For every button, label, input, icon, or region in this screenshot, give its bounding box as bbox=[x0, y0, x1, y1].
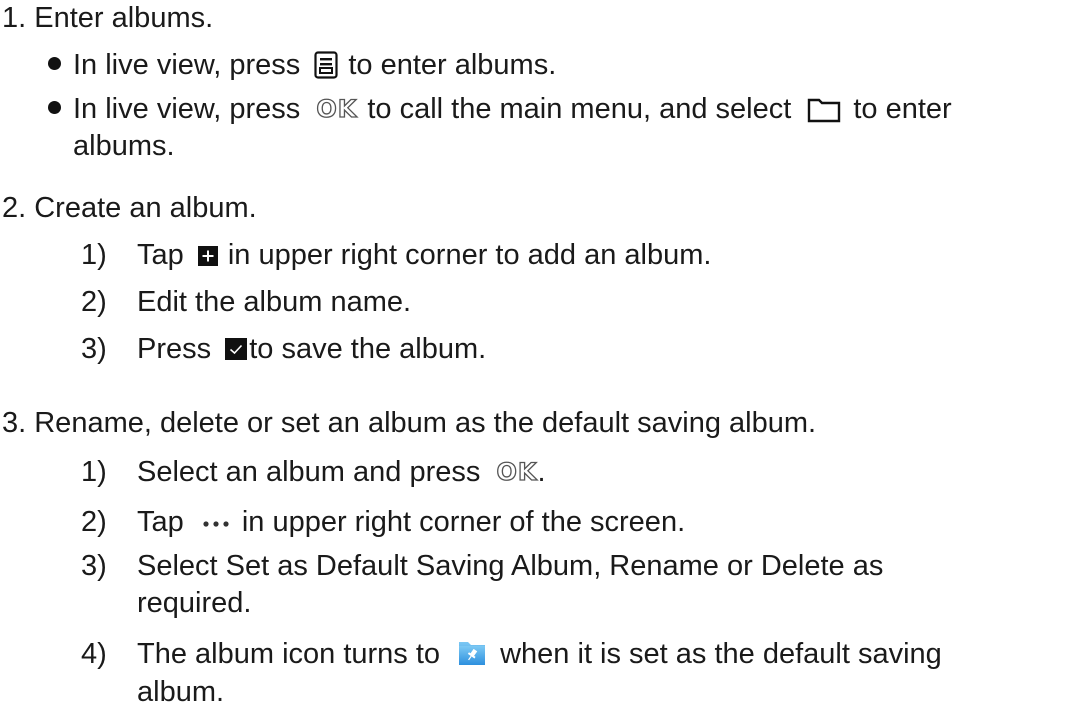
item-number: 2) bbox=[81, 286, 107, 318]
step-3-item-1: 1) Select an album and press OK. bbox=[81, 454, 546, 490]
step-3-item-3-cont: required. bbox=[137, 587, 252, 619]
step-3-item-2-pre: Tap bbox=[137, 506, 184, 538]
step-3-item-3-text: Select Set as Default Saving Album, Rena… bbox=[137, 550, 884, 582]
pinned-album-icon bbox=[458, 639, 486, 675]
item-number: 1) bbox=[81, 239, 107, 271]
step-1-bullet-2-pre: In live view, press bbox=[73, 93, 301, 125]
step-3-item-3-continuation: required. bbox=[137, 585, 251, 621]
step-3-item-4-continuation: album. bbox=[137, 674, 224, 710]
step-1-bullet-2-continuation: albums. bbox=[73, 128, 175, 164]
step-3-item-4-cont: album. bbox=[137, 676, 225, 708]
step-1-bullet-1-pre: In live view, press bbox=[73, 49, 301, 81]
step-2-item-1-post: in upper right corner to add an album. bbox=[227, 239, 712, 271]
step-2-item-3: 3) Press to save the album. bbox=[81, 331, 486, 369]
step-3-item-3: 3) Select Set as Default Saving Album, Re… bbox=[81, 548, 883, 584]
step-2-item-1: 1) Tap in upper right corner to add an al… bbox=[81, 237, 711, 275]
step-3-item-1-post: . bbox=[537, 456, 546, 488]
ok-button-icon: OK bbox=[496, 457, 538, 486]
step-1-bullet-2: In live view, press OK to call the main m… bbox=[48, 91, 952, 132]
step-1-title: 1. Enter albums. bbox=[2, 2, 214, 34]
album-list-icon bbox=[314, 51, 338, 88]
item-number: 4) bbox=[81, 638, 107, 670]
step-1-bullet-1-post: to enter albums. bbox=[348, 49, 557, 81]
step-3-heading: 3. Rename, delete or set an album as the… bbox=[2, 405, 816, 441]
step-2-item-3-post: to save the album. bbox=[249, 333, 487, 365]
more-dots-icon bbox=[202, 501, 230, 537]
step-2-heading: 2. Create an album. bbox=[2, 190, 257, 226]
item-number: 3) bbox=[81, 333, 107, 365]
step-2-item-3-pre: Press bbox=[137, 333, 212, 365]
step-3-item-2: 2) Tap in upper right corner of the scree… bbox=[81, 501, 685, 540]
item-number: 1) bbox=[81, 456, 107, 488]
step-1-bullet-2-mid: to call the main menu, and select bbox=[367, 93, 792, 125]
step-2-item-2-text: Edit the album name. bbox=[137, 286, 412, 318]
ok-button-icon: OK bbox=[316, 94, 358, 123]
step-3-item-1-pre: Select an album and press bbox=[137, 456, 481, 488]
checkmark-square-icon bbox=[225, 333, 248, 369]
folder-icon bbox=[807, 96, 841, 132]
step-2-title: 2. Create an album. bbox=[2, 192, 257, 224]
plus-square-icon bbox=[197, 239, 218, 275]
step-1-bullet-2-cont: albums. bbox=[73, 130, 175, 162]
bullet-icon bbox=[48, 57, 61, 70]
step-3-item-4-pre: The album icon turns to bbox=[137, 638, 441, 670]
bullet-icon bbox=[48, 101, 61, 114]
step-3-title: 3. Rename, delete or set an album as the… bbox=[2, 407, 817, 439]
step-1-heading: 1. Enter albums. bbox=[2, 0, 213, 36]
step-1-bullet-1: In live view, press to enter albums. bbox=[48, 47, 556, 88]
item-number: 3) bbox=[81, 550, 107, 582]
step-1-bullet-2-post: to enter bbox=[853, 93, 952, 125]
step-3-item-4-post: when it is set as the default saving bbox=[500, 638, 942, 670]
step-3-item-2-post: in upper right corner of the screen. bbox=[241, 506, 686, 538]
step-3-item-4: 4) The album icon turns to when it is set… bbox=[81, 636, 942, 675]
step-2-item-1-pre: Tap bbox=[137, 239, 184, 271]
step-2-item-2: 2) Edit the album name. bbox=[81, 284, 411, 320]
item-number: 2) bbox=[81, 506, 107, 538]
